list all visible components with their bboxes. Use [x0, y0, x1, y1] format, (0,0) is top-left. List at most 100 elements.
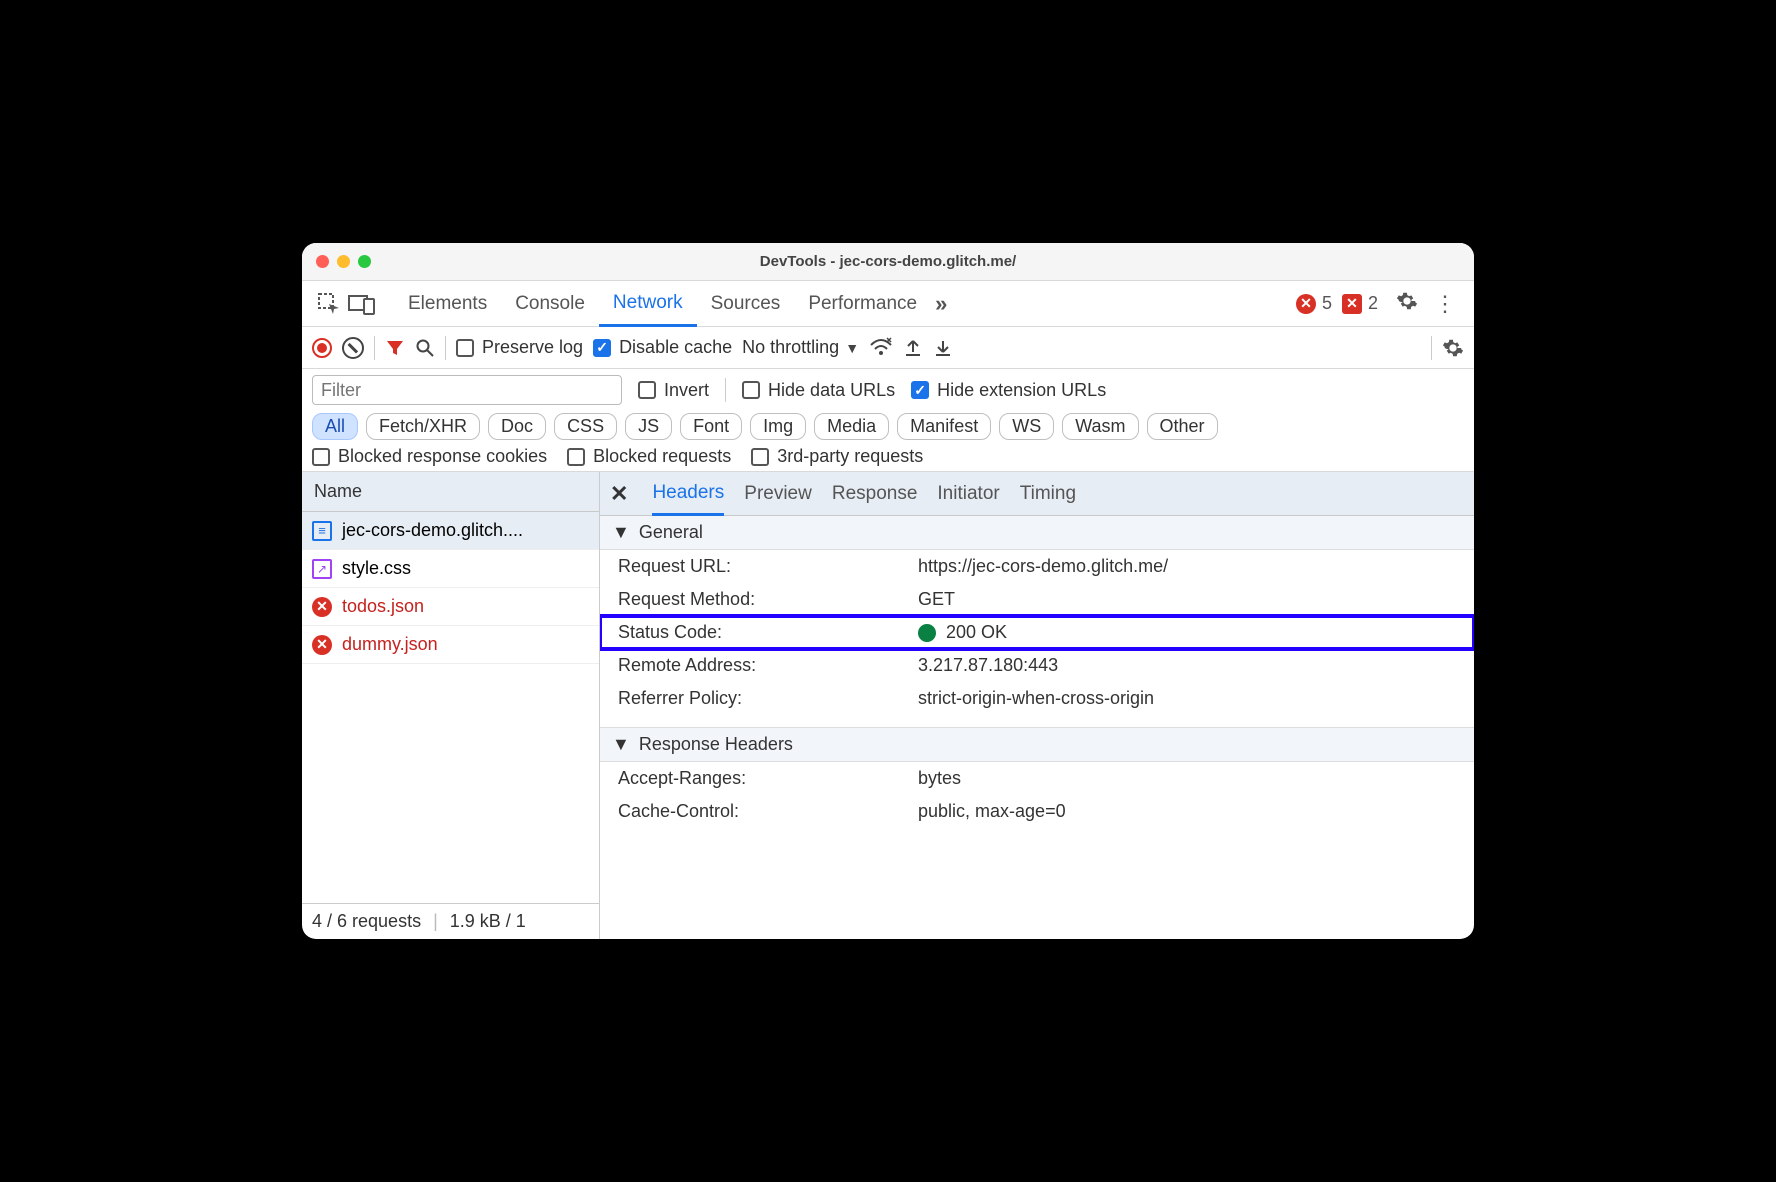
record-icon[interactable] [312, 338, 332, 358]
section-title-text: Response Headers [639, 734, 793, 754]
minimize-window-button[interactable] [337, 255, 350, 268]
checkbox-checked-icon: ✓ [911, 381, 929, 399]
device-toolbar-icon[interactable] [348, 293, 376, 315]
more-tabs-chevron-icon[interactable]: » [935, 291, 947, 317]
request-row[interactable]: ≡ jec-cors-demo.glitch.... [302, 512, 599, 550]
value: 200 OK [918, 622, 1458, 643]
request-name: jec-cors-demo.glitch.... [342, 520, 523, 541]
tab-console[interactable]: Console [501, 281, 599, 326]
throttling-select[interactable]: No throttling ▼ [742, 337, 859, 358]
hide-extension-urls-label: Hide extension URLs [937, 380, 1106, 401]
third-party-toggle[interactable]: 3rd-party requests [751, 446, 923, 467]
divider [725, 378, 726, 402]
titlebar: DevTools - jec-cors-demo.glitch.me/ [302, 243, 1474, 281]
type-pill-img[interactable]: Img [750, 413, 806, 440]
divider [374, 336, 375, 360]
inspect-element-icon[interactable] [316, 291, 342, 317]
hide-data-urls-label: Hide data URLs [768, 380, 895, 401]
tab-sources[interactable]: Sources [697, 281, 795, 326]
type-pill-fetchxhr[interactable]: Fetch/XHR [366, 413, 480, 440]
settings-gear-icon[interactable] [1396, 290, 1418, 318]
type-pill-all[interactable]: All [312, 413, 358, 440]
type-pill-ws[interactable]: WS [999, 413, 1054, 440]
download-har-icon[interactable] [933, 338, 953, 358]
type-pill-doc[interactable]: Doc [488, 413, 546, 440]
upload-har-icon[interactable] [903, 338, 923, 358]
tab-elements[interactable]: Elements [394, 281, 501, 326]
tab-performance[interactable]: Performance [794, 281, 931, 326]
details-tabs: ✕ Headers Preview Response Initiator Tim… [600, 472, 1474, 516]
status-bar: 4 / 6 requests | 1.9 kB / 1 [302, 903, 599, 939]
tab-network[interactable]: Network [599, 282, 697, 327]
kv-request-url: Request URL: https://jec-cors-demo.glitc… [600, 550, 1474, 583]
label: Status Code: [618, 622, 918, 643]
request-name: todos.json [342, 596, 424, 617]
issue-square-icon: ✕ [1342, 294, 1362, 314]
kv-remote-address: Remote Address: 3.217.87.180:443 [600, 649, 1474, 682]
type-pill-other[interactable]: Other [1147, 413, 1218, 440]
filter-input[interactable] [312, 375, 622, 405]
close-details-icon[interactable]: ✕ [610, 481, 628, 507]
request-name: style.css [342, 558, 411, 579]
request-row[interactable]: ↗ style.css [302, 550, 599, 588]
blocked-cookies-toggle[interactable]: Blocked response cookies [312, 446, 547, 467]
type-pill-wasm[interactable]: Wasm [1062, 413, 1138, 440]
request-row[interactable]: ✕ dummy.json [302, 626, 599, 664]
error-badge[interactable]: ✕ 5 [1296, 293, 1332, 314]
divider [445, 336, 446, 360]
kv-accept-ranges: Accept-Ranges: bytes [600, 762, 1474, 795]
detail-tab-timing[interactable]: Timing [1020, 472, 1076, 515]
hide-extension-urls-toggle[interactable]: ✓ Hide extension URLs [911, 380, 1106, 401]
list-header[interactable]: Name [302, 472, 599, 512]
checkbox-unchecked-icon [567, 448, 585, 466]
filter-funnel-icon[interactable] [385, 338, 405, 358]
issue-badge[interactable]: ✕ 2 [1342, 293, 1378, 314]
clear-icon[interactable] [342, 337, 364, 359]
label: Accept-Ranges: [618, 768, 918, 789]
preserve-log-toggle[interactable]: Preserve log [456, 337, 583, 358]
invert-toggle[interactable]: Invert [638, 380, 709, 401]
details-body: ▼ General Request URL: https://jec-cors-… [600, 516, 1474, 939]
status-transferred: 1.9 kB / 1 [450, 911, 526, 932]
detail-tab-headers[interactable]: Headers [652, 473, 724, 516]
search-icon[interactable] [415, 338, 435, 358]
checkbox-unchecked-icon [456, 339, 474, 357]
kv-referrer-policy: Referrer Policy: strict-origin-when-cros… [600, 682, 1474, 715]
checkbox-unchecked-icon [742, 381, 760, 399]
divider [1431, 336, 1432, 360]
type-pill-media[interactable]: Media [814, 413, 889, 440]
column-name: Name [314, 481, 362, 502]
error-count: 5 [1322, 293, 1332, 314]
error-file-icon: ✕ [312, 597, 332, 617]
detail-tab-initiator[interactable]: Initiator [937, 472, 999, 515]
checkbox-checked-icon: ✓ [593, 339, 611, 357]
section-response-headers[interactable]: ▼ Response Headers [600, 727, 1474, 762]
checkbox-unchecked-icon [312, 448, 330, 466]
kv-status-code: Status Code: 200 OK [600, 616, 1474, 649]
more-menu-icon[interactable]: ⋮ [1434, 291, 1456, 317]
type-pill-font[interactable]: Font [680, 413, 742, 440]
disclosure-triangle-icon: ▼ [612, 734, 630, 754]
value: https://jec-cors-demo.glitch.me/ [918, 556, 1458, 577]
detail-tab-response[interactable]: Response [832, 472, 918, 515]
disclosure-triangle-icon: ▼ [612, 522, 630, 542]
blocked-requests-toggle[interactable]: Blocked requests [567, 446, 731, 467]
request-row[interactable]: ✕ todos.json [302, 588, 599, 626]
invert-label: Invert [664, 380, 709, 401]
network-conditions-icon[interactable] [869, 337, 893, 359]
detail-tab-preview[interactable]: Preview [744, 472, 812, 515]
hide-data-urls-toggle[interactable]: Hide data URLs [742, 380, 895, 401]
type-pill-manifest[interactable]: Manifest [897, 413, 991, 440]
section-general[interactable]: ▼ General [600, 516, 1474, 550]
list-rows: ≡ jec-cors-demo.glitch.... ↗ style.css ✕… [302, 512, 599, 903]
network-settings-icon[interactable] [1442, 337, 1464, 359]
value: GET [918, 589, 1458, 610]
type-pill-js[interactable]: JS [625, 413, 672, 440]
zoom-window-button[interactable] [358, 255, 371, 268]
label: Request URL: [618, 556, 918, 577]
third-party-label: 3rd-party requests [777, 446, 923, 467]
disable-cache-toggle[interactable]: ✓ Disable cache [593, 337, 732, 358]
close-window-button[interactable] [316, 255, 329, 268]
value: public, max-age=0 [918, 801, 1458, 822]
type-pill-css[interactable]: CSS [554, 413, 617, 440]
